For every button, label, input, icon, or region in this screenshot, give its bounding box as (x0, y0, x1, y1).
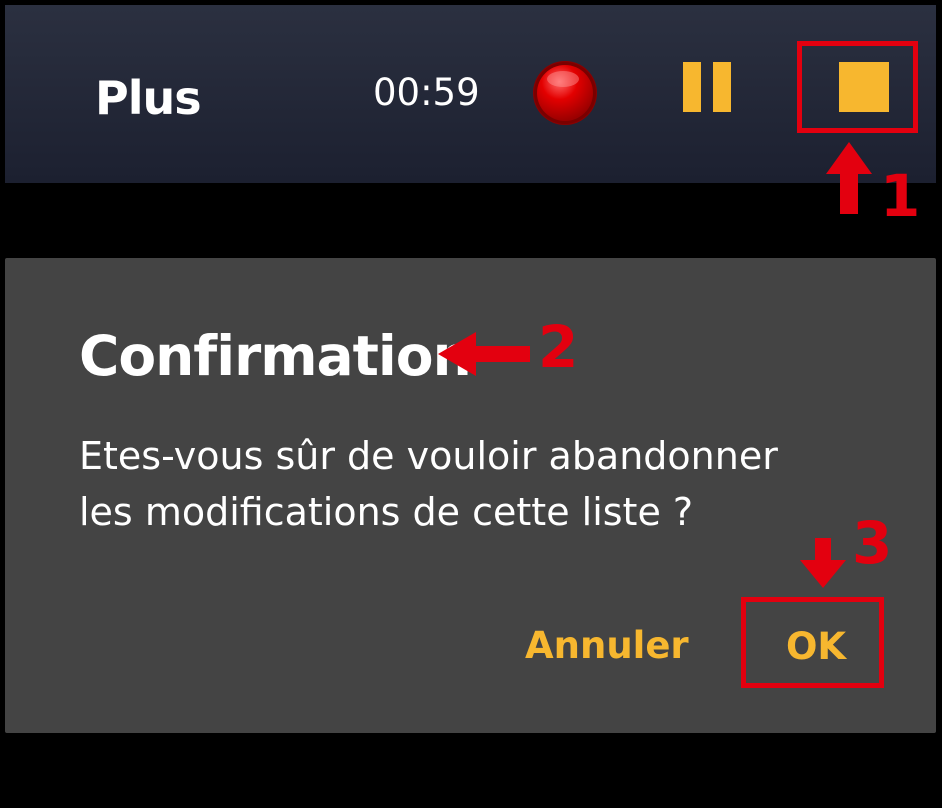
annotation-arrow-down-icon (800, 538, 846, 588)
recording-timer: 00:59 (373, 71, 480, 114)
annotation-arrow-up-icon (826, 142, 872, 214)
annotation-step-1: 1 (880, 162, 921, 230)
dialog-message-line-2: les modifications de cette liste ? (79, 490, 694, 534)
annotation-step-3: 3 (852, 509, 893, 577)
stop-icon (839, 62, 889, 112)
record-button[interactable] (533, 61, 597, 125)
pause-button[interactable] (681, 60, 741, 120)
recording-toolbar: Plus 00:59 (5, 5, 936, 183)
more-button[interactable]: Plus (95, 71, 202, 125)
annotation-step-2: 2 (538, 313, 579, 381)
cancel-button[interactable]: Annuler (525, 624, 689, 667)
ok-button[interactable]: OK (747, 602, 885, 688)
record-icon (534, 62, 596, 124)
stop-button[interactable] (799, 42, 917, 132)
dialog-title: Confirmation (79, 324, 472, 388)
annotation-arrow-left-icon (438, 332, 530, 376)
dialog-message-line-1: Etes-vous sûr de vouloir abandonner (79, 434, 778, 478)
dialog-message: Etes-vous sûr de vouloir abandonner les … (79, 428, 899, 540)
